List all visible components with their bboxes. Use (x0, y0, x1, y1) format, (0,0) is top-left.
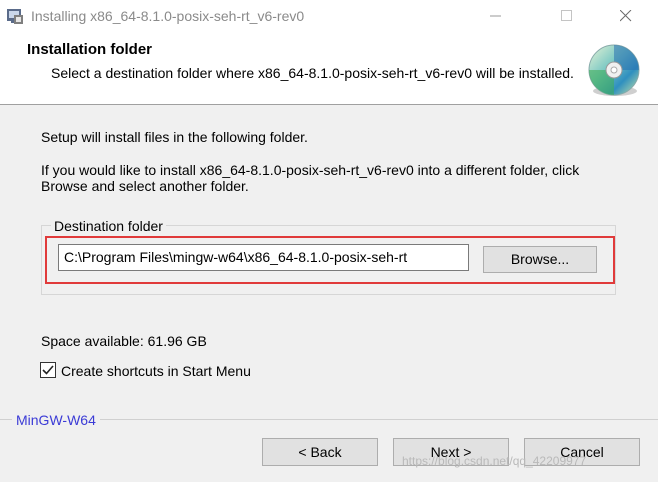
create-shortcuts-checkbox[interactable] (40, 362, 56, 378)
window-title: Installing x86_64-8.1.0-posix-seh-rt_v6-… (31, 8, 305, 24)
back-button[interactable]: < Back (262, 438, 378, 466)
destination-folder-label: Destination folder (51, 218, 166, 234)
page-subtitle: Select a destination folder where x86_64… (51, 65, 574, 81)
intro-text: Setup will install files in the followin… (41, 129, 308, 145)
maximize-icon (561, 10, 572, 21)
minimize-button[interactable] (474, 0, 520, 33)
space-available-text: Space available: 61.96 GB (41, 333, 207, 349)
page-title: Installation folder (27, 41, 153, 58)
maximize-button[interactable] (545, 0, 591, 33)
close-button[interactable] (604, 0, 650, 33)
browse-button[interactable]: Browse... (483, 246, 597, 273)
checkmark-icon (42, 365, 54, 375)
close-icon (620, 10, 632, 22)
destination-path-input[interactable]: C:\Program Files\mingw-w64\x86_64-8.1.0-… (58, 244, 469, 271)
minimize-icon (490, 15, 501, 17)
page-header: Installation folder Select a destination… (0, 33, 658, 105)
title-bar: Installing x86_64-8.1.0-posix-seh-rt_v6-… (0, 0, 658, 33)
brand-label: MinGW-W64 (12, 412, 100, 428)
watermark-text: https://blog.csdn.net/qq_42209977 (402, 454, 587, 468)
installer-icon (5, 6, 25, 26)
create-shortcuts-label[interactable]: Create shortcuts in Start Menu (61, 363, 251, 379)
cd-disc-icon (585, 43, 643, 101)
instructions-text: If you would like to install x86_64-8.1.… (41, 162, 580, 194)
